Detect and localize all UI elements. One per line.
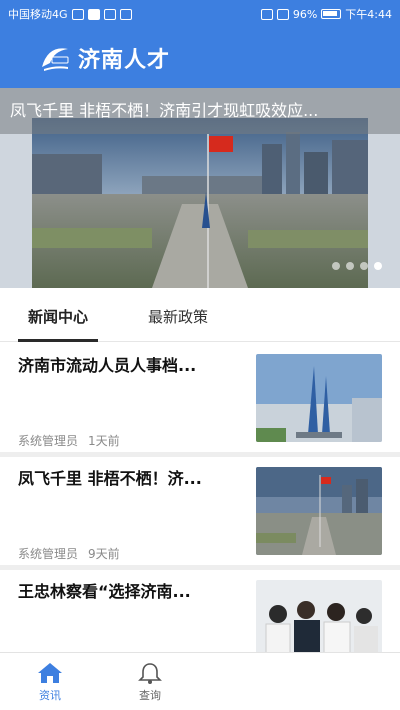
carrier-label: 中国移动4G	[8, 8, 68, 21]
app-icon	[119, 8, 132, 20]
news-thumbnail[interactable]	[256, 467, 382, 555]
message-icon	[103, 8, 116, 20]
app-header: 济南人才	[0, 28, 400, 88]
news-list: 济南市流动人员人事档... 系统管理员 1天前 凤飞千里 非梧不栖！济... 系…	[0, 344, 400, 683]
signal-icon	[71, 8, 84, 20]
nav-query[interactable]: 查询	[100, 653, 200, 710]
nav-news-label: 资讯	[39, 689, 61, 702]
news-title[interactable]: 王忠林察看“选择济南...	[18, 578, 238, 602]
news-meta: 系统管理员 1天前	[18, 432, 120, 449]
news-time: 9天前	[88, 547, 120, 561]
clock: 下午4:44	[345, 8, 392, 21]
notification-icon	[87, 8, 100, 20]
alarm-icon	[276, 8, 289, 20]
carousel-dot-active[interactable]	[374, 262, 382, 270]
bell-icon	[138, 663, 162, 684]
news-author: 系统管理员	[18, 547, 79, 561]
carousel-dot[interactable]	[360, 262, 368, 270]
status-right: 96% 下午4:44	[260, 6, 392, 22]
nav-news[interactable]: 资讯	[0, 653, 100, 710]
home-icon	[38, 663, 62, 683]
news-meta: 系统管理员 9天前	[18, 545, 120, 562]
tab-latest-policy[interactable]: 最新政策	[138, 292, 218, 342]
app-title: 济南人才	[78, 48, 171, 73]
carousel-dot[interactable]	[346, 262, 354, 270]
news-thumbnail[interactable]	[256, 354, 382, 442]
news-author: 系统管理员	[18, 434, 79, 448]
news-item[interactable]: 凤飞千里 非梧不栖！济... 系统管理员 9天前	[0, 457, 400, 570]
banner-carousel[interactable]: 凤飞千里 非梧不栖！济南引才现虹吸效应...	[0, 88, 400, 288]
news-time: 1天前	[88, 434, 120, 448]
eye-icon	[260, 8, 273, 20]
news-title[interactable]: 凤飞千里 非梧不栖！济...	[18, 465, 238, 489]
logo-icon	[42, 48, 69, 71]
tab-news-center[interactable]: 新闻中心	[18, 292, 99, 342]
carousel-dot[interactable]	[332, 262, 340, 270]
bottom-navigation: 资讯 查询	[0, 652, 400, 710]
nav-query-label: 查询	[139, 689, 161, 702]
tab-bar: 新闻中心 最新政策	[0, 292, 400, 342]
banner-title[interactable]: 凤飞千里 非梧不栖！济南引才现虹吸效应...	[0, 88, 400, 134]
battery-icon	[321, 9, 342, 19]
battery-percent: 96%	[292, 7, 318, 21]
banner-image	[32, 118, 368, 288]
status-bar: 中国移动4G 96% 下午4:44	[0, 0, 400, 28]
status-left: 中国移动4G	[8, 6, 132, 22]
carousel-dots	[332, 262, 382, 270]
news-title[interactable]: 济南市流动人员人事档...	[18, 352, 238, 376]
news-item[interactable]: 济南市流动人员人事档... 系统管理员 1天前	[0, 344, 400, 457]
